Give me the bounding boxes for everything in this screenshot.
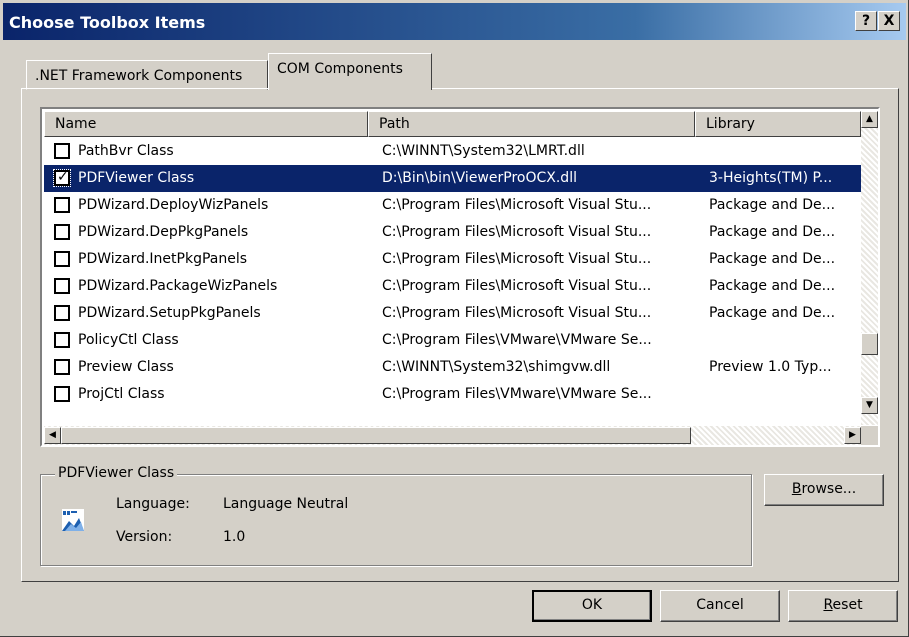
checkmark-icon: ✓ [57, 169, 69, 185]
item-name: PDWizard.InetPkgPanels [78, 251, 248, 267]
checkbox[interactable] [54, 332, 70, 348]
item-path: C:\Program Files\Microsoft Visual Stu... [382, 278, 652, 294]
choose-toolbox-items-dialog: Choose Toolbox Items ? X .NET Framework … [0, 0, 909, 637]
item-path: C:\Program Files\VMware\VMware Se... [382, 386, 652, 402]
vertical-scroll-thumb[interactable] [861, 333, 878, 355]
list-item[interactable]: PathBvr Class C:\WINNT\System32\LMRT.dll [44, 138, 861, 165]
details-title: PDFViewer Class [55, 465, 178, 481]
reset-button[interactable]: Reset [788, 590, 898, 622]
item-name: PDFViewer Class [78, 170, 195, 186]
column-header-name[interactable]: Name [44, 111, 368, 137]
column-header-path[interactable]: Path [368, 111, 695, 137]
component-icon [62, 509, 84, 531]
scroll-down-arrow-icon[interactable]: ▼ [861, 397, 878, 414]
checkbox[interactable] [54, 143, 70, 159]
scroll-right-arrow-icon[interactable]: ▶ [844, 427, 861, 444]
list-item[interactable]: PDWizard.InetPkgPanels C:\Program Files\M… [44, 246, 861, 273]
item-path: C:\Program Files\VMware\VMware Se... [382, 332, 652, 348]
item-path: C:\WINNT\System32\LMRT.dll [382, 143, 585, 159]
item-library: Package and De... [709, 278, 836, 294]
vertical-scrollbar[interactable]: ▲ ▼ [861, 111, 878, 425]
list-item[interactable]: PDWizard.PackageWizPanels C:\Program File… [44, 273, 861, 300]
version-label: Version: [116, 529, 173, 545]
horizontal-scroll-thumb[interactable] [61, 427, 691, 444]
help-button[interactable]: ? [855, 11, 877, 31]
title-bar[interactable]: Choose Toolbox Items ? X [3, 3, 906, 40]
item-name: Preview Class [78, 359, 174, 375]
item-library: Package and De... [709, 224, 836, 240]
item-name: PDWizard.DepPkgPanels [78, 224, 249, 240]
browse-button[interactable]: Browse... [764, 474, 884, 506]
close-button[interactable]: X [878, 11, 900, 31]
list-item[interactable]: ProjCtl Class C:\Program Files\VMware\VMw… [44, 381, 861, 408]
item-library: Package and De... [709, 305, 836, 321]
tab-com-components[interactable]: COM Components [268, 53, 432, 90]
scroll-left-arrow-icon[interactable]: ◀ [44, 427, 61, 444]
item-library: 3-Heights(TM) P... [709, 170, 833, 186]
checkbox[interactable] [54, 386, 70, 402]
checkbox[interactable]: ✓ [53, 169, 71, 187]
tab-label: .NET Framework Components [35, 68, 243, 84]
item-path: C:\Program Files\Microsoft Visual Stu... [382, 197, 652, 213]
tab-label: COM Components [277, 61, 403, 77]
item-library: Package and De... [709, 251, 836, 267]
item-library: Package and De... [709, 197, 836, 213]
list-item[interactable]: ✓ PDFViewer Class D:\Bin\bin\ViewerProOCX.… [44, 165, 861, 192]
column-header-library[interactable]: Library [695, 111, 861, 137]
tab-net-framework-components[interactable]: .NET Framework Components [26, 60, 268, 90]
item-path: C:\WINNT\System32\shimgvw.dll [382, 359, 611, 375]
checkbox[interactable] [54, 251, 70, 267]
item-path: C:\Program Files\Microsoft Visual Stu... [382, 305, 652, 321]
language-label: Language: [116, 496, 190, 512]
checkbox[interactable] [54, 278, 70, 294]
version-value: 1.0 [223, 529, 246, 545]
list-item[interactable]: Preview Class C:\WINNT\System32\shimgvw.d… [44, 354, 861, 381]
cancel-button[interactable]: Cancel [660, 590, 780, 622]
item-name: PDWizard.DeployWizPanels [78, 197, 269, 213]
horizontal-scrollbar[interactable]: ◀ ▶ [44, 426, 861, 445]
components-list[interactable]: Name Path Library PathBvr Class C:\WINNT\… [40, 107, 880, 447]
component-details-group: PDFViewer Class Language: Language Neutr… [40, 465, 752, 566]
item-name: ProjCtl Class [78, 386, 165, 402]
checkbox[interactable] [54, 197, 70, 213]
item-name: PolicyCtl Class [78, 332, 179, 348]
item-name: PDWizard.SetupPkgPanels [78, 305, 261, 321]
item-path: C:\Program Files\Microsoft Visual Stu... [382, 224, 652, 240]
scrollbar-corner [861, 426, 878, 445]
item-path: D:\Bin\bin\ViewerProOCX.dll [382, 170, 577, 186]
list-item[interactable]: PDWizard.DeployWizPanels C:\Program Files… [44, 192, 861, 219]
list-item[interactable]: PolicyCtl Class C:\Program Files\VMware\V… [44, 327, 861, 354]
list-item[interactable]: PDWizard.SetupPkgPanels C:\Program Files\… [44, 300, 861, 327]
list-item[interactable]: PDWizard.DepPkgPanels C:\Program Files\Mi… [44, 219, 861, 246]
checkbox[interactable] [54, 305, 70, 321]
item-name: PathBvr Class [78, 143, 174, 159]
ok-button[interactable]: OK [532, 590, 652, 622]
item-path: C:\Program Files\Microsoft Visual Stu... [382, 251, 652, 267]
checkbox[interactable] [54, 224, 70, 240]
item-name: PDWizard.PackageWizPanels [78, 278, 278, 294]
scroll-up-arrow-icon[interactable]: ▲ [861, 111, 878, 128]
language-value: Language Neutral [223, 496, 349, 512]
window-title: Choose Toolbox Items [9, 13, 206, 32]
checkbox[interactable] [54, 359, 70, 375]
list-header: Name Path Library [44, 111, 861, 137]
item-library: Preview 1.0 Typ... [709, 359, 832, 375]
